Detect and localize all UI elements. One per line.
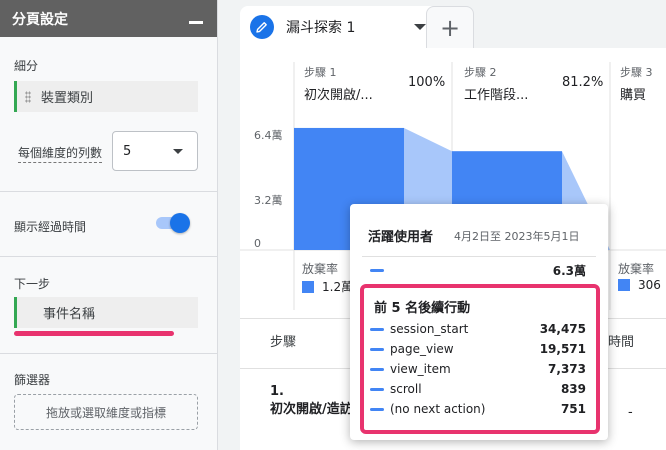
step-completion-pct: 100% [408,75,446,90]
step-header-2[interactable]: 步驟 2 工作階段... [464,64,528,103]
abandon-value[interactable]: 1.2萬 [302,278,353,295]
row-time: - [628,405,633,420]
tooltip-total-row: 6.3萬 [370,262,586,279]
abandon-legend-swatch [618,279,630,291]
drag-handle-icon[interactable] [25,90,31,103]
elapsed-time-toggle[interactable] [154,213,190,233]
y-tick-label: 0 [254,237,261,250]
abandon-rate-label: 放棄率 [618,262,655,276]
add-tab-button[interactable]: + [426,6,474,48]
step-header-3[interactable]: 步驟 3 購買 [620,64,653,103]
filter-dropzone[interactable]: 拖放或選取維度或指標 [14,394,198,430]
tooltip-divider [362,256,596,257]
filter-label: 篩選器 [14,373,51,387]
toggle-knob [170,213,190,233]
next-step-chip-label: 事件名稱 [43,307,96,322]
next-step-chip[interactable]: 事件名稱 [14,297,198,328]
next-action-value: 751 [560,402,586,416]
tab-bar: 漏斗探索 1 + [218,0,666,48]
series-swatch [370,269,384,272]
tooltip-title: 活躍使用者 [368,230,434,245]
breakdown-label: 細分 [14,59,39,73]
next-step-section: 下一步 事件名稱 [0,257,218,354]
row-index: 1. [270,384,284,399]
table-header-time[interactable]: 時間 [608,331,634,350]
next-action-row: page_view 19,571 [370,342,586,356]
step-header-1[interactable]: 步驟 1 初次開啟/... [304,64,373,103]
tab-settings-panel: 分頁設定 細分 裝置類別 每個維度的列數 5 顯示經過時間 下一步 事件名稱 篩… [0,0,218,450]
tooltip-date-range: 4月2日至 2023年5月1日 [454,230,580,243]
step-name: 購買 [620,88,647,103]
y-tick-label: 6.4萬 [254,129,283,142]
row-name: 初次開啟/造訪 [270,402,353,417]
step-number: 步驟 2 [464,66,497,79]
panel-header: 分頁設定 [0,0,217,37]
chevron-down-icon[interactable] [414,24,426,30]
step-number: 步驟 3 [620,66,653,79]
next-action-row: session_start 34,475 [370,322,586,336]
abandon-value-text: 1.2萬 [322,280,354,294]
elapsed-time-label: 顯示經過時間 [14,220,87,234]
next-action-value: 7,373 [548,362,586,376]
next-step-label: 下一步 [14,277,51,291]
chevron-down-icon [173,148,183,154]
table-row-step[interactable]: 1. 初次開啟/造訪 [270,383,353,419]
tab-funnel-exploration[interactable]: 漏斗探索 1 [240,6,440,48]
series-swatch [370,327,384,331]
next-action-name: (no next action) [390,402,486,416]
step-name: 初次開啟/... [304,88,373,103]
step-completion-pct: 81.2% [562,75,604,90]
next-action-value: 19,571 [539,342,586,356]
next-action-row: view_item 7,373 [370,362,586,376]
breakdown-chip-label: 裝置類別 [41,91,94,106]
next-action-name: session_start [390,322,469,336]
step-number: 步驟 1 [304,66,337,79]
next-action-name: view_item [390,362,451,376]
series-swatch [370,347,384,351]
chart-tooltip: 活躍使用者 4月2日至 2023年5月1日 6.3萬 前 5 名後續行動 ses… [350,204,608,440]
tooltip-total: 6.3萬 [552,264,586,278]
rows-value: 5 [123,143,132,159]
table-header-step[interactable]: 步驟 [270,331,296,350]
next-action-name: page_view [390,342,454,356]
highlight-underline [14,331,174,336]
abandon-value-text: 306 [638,278,661,292]
series-swatch [370,407,384,411]
step-name: 工作階段... [464,88,529,103]
rows-per-dimension-select[interactable]: 5 [112,131,198,171]
abandon-rate-label: 放棄率 [302,262,339,276]
next-action-value: 34,475 [539,322,586,336]
next-actions-title: 前 5 名後續行動 [374,301,471,316]
next-action-value: 839 [560,382,586,396]
minimize-icon[interactable] [189,21,203,24]
breakdown-chip[interactable]: 裝置類別 [14,81,198,112]
pencil-icon[interactable] [250,15,274,39]
abandon-legend-swatch [302,280,314,293]
tab-label: 漏斗探索 1 [286,20,356,36]
next-action-name: scroll [390,382,422,396]
filter-placeholder: 拖放或選取維度或指標 [45,405,166,420]
next-action-row: (no next action) 751 [370,402,586,416]
abandon-value[interactable]: 306 [618,278,661,292]
panel-title: 分頁設定 [12,11,68,28]
y-tick-label: 3.2萬 [254,194,283,207]
next-action-row: scroll 839 [370,382,586,396]
series-swatch [370,387,384,391]
rows-per-dimension-label: 每個維度的列數 [18,144,103,163]
series-swatch [370,367,384,371]
